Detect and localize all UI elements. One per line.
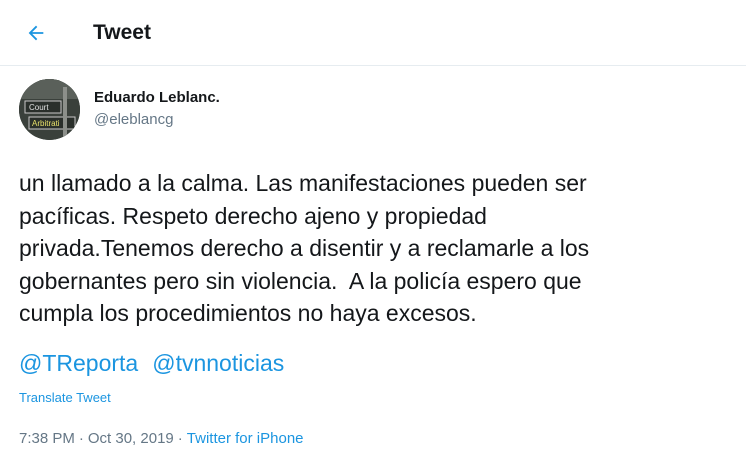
- author-handle[interactable]: @eleblancg: [94, 111, 173, 128]
- top-bar: Tweet: [0, 0, 746, 66]
- tweet-source-link[interactable]: Twitter for iPhone: [187, 430, 304, 447]
- page-title: Tweet: [93, 21, 151, 44]
- tweet-mentions: @TReporta @tvnnoticias: [19, 347, 284, 379]
- tweet-text: un llamado a la calma. Las manifestacion…: [19, 170, 590, 326]
- mention-link-treporta[interactable]: @TReporta: [19, 350, 138, 376]
- meta-separator-2: ·: [177, 430, 183, 447]
- translate-tweet-link[interactable]: Translate Tweet: [19, 390, 111, 405]
- mention-link-tvnnoticias[interactable]: @tvnnoticias: [152, 350, 284, 376]
- meta-separator: ·: [78, 430, 84, 447]
- arrow-left-icon: [25, 22, 47, 44]
- tweet-time[interactable]: 7:38 PM: [19, 430, 75, 447]
- author-name[interactable]: Eduardo Leblanc.: [94, 89, 220, 106]
- avatar-text-arbitration: Arbitrati: [32, 119, 60, 128]
- tweet-date[interactable]: Oct 30, 2019: [88, 430, 174, 447]
- avatar-text-court: Court: [29, 103, 49, 112]
- back-button[interactable]: [16, 13, 56, 53]
- tweet-meta: 7:38 PM · Oct 30, 2019 · Twitter for iPhone: [19, 429, 304, 449]
- avatar[interactable]: Court Arbitrati: [19, 79, 80, 140]
